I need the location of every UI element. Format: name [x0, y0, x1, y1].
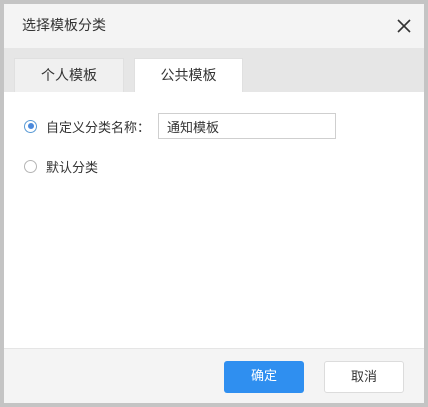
default-category-row: 默认分类	[24, 152, 98, 180]
template-tabs: 个人模板 公共模板	[4, 48, 424, 92]
cancel-button[interactable]: 取消	[324, 361, 404, 393]
dialog-title: 选择模板分类	[22, 18, 106, 34]
dialog-content: 自定义分类名称： 默认分类	[4, 92, 424, 354]
custom-category-label: 自定义分类名称：	[46, 120, 151, 136]
close-icon[interactable]	[394, 16, 414, 36]
tab-public-template[interactable]: 公共模板	[134, 58, 243, 92]
dialog-titlebar: 选择模板分类	[4, 4, 424, 48]
category-name-input[interactable]	[158, 113, 337, 139]
default-category-label: 默认分类	[46, 160, 99, 176]
confirm-button[interactable]: 确定	[224, 361, 304, 393]
default-category-radio[interactable]	[24, 159, 37, 173]
tab-personal-template[interactable]: 个人模板	[14, 58, 124, 92]
select-template-category-dialog: 选择模板分类 个人模板 公共模板 自定义分类名称： 默认分类 确定 取消	[0, 0, 428, 407]
custom-category-row: 自定义分类名称：	[24, 112, 337, 140]
custom-category-radio[interactable]	[24, 119, 37, 133]
dialog-footer: 确定 取消	[4, 348, 424, 403]
